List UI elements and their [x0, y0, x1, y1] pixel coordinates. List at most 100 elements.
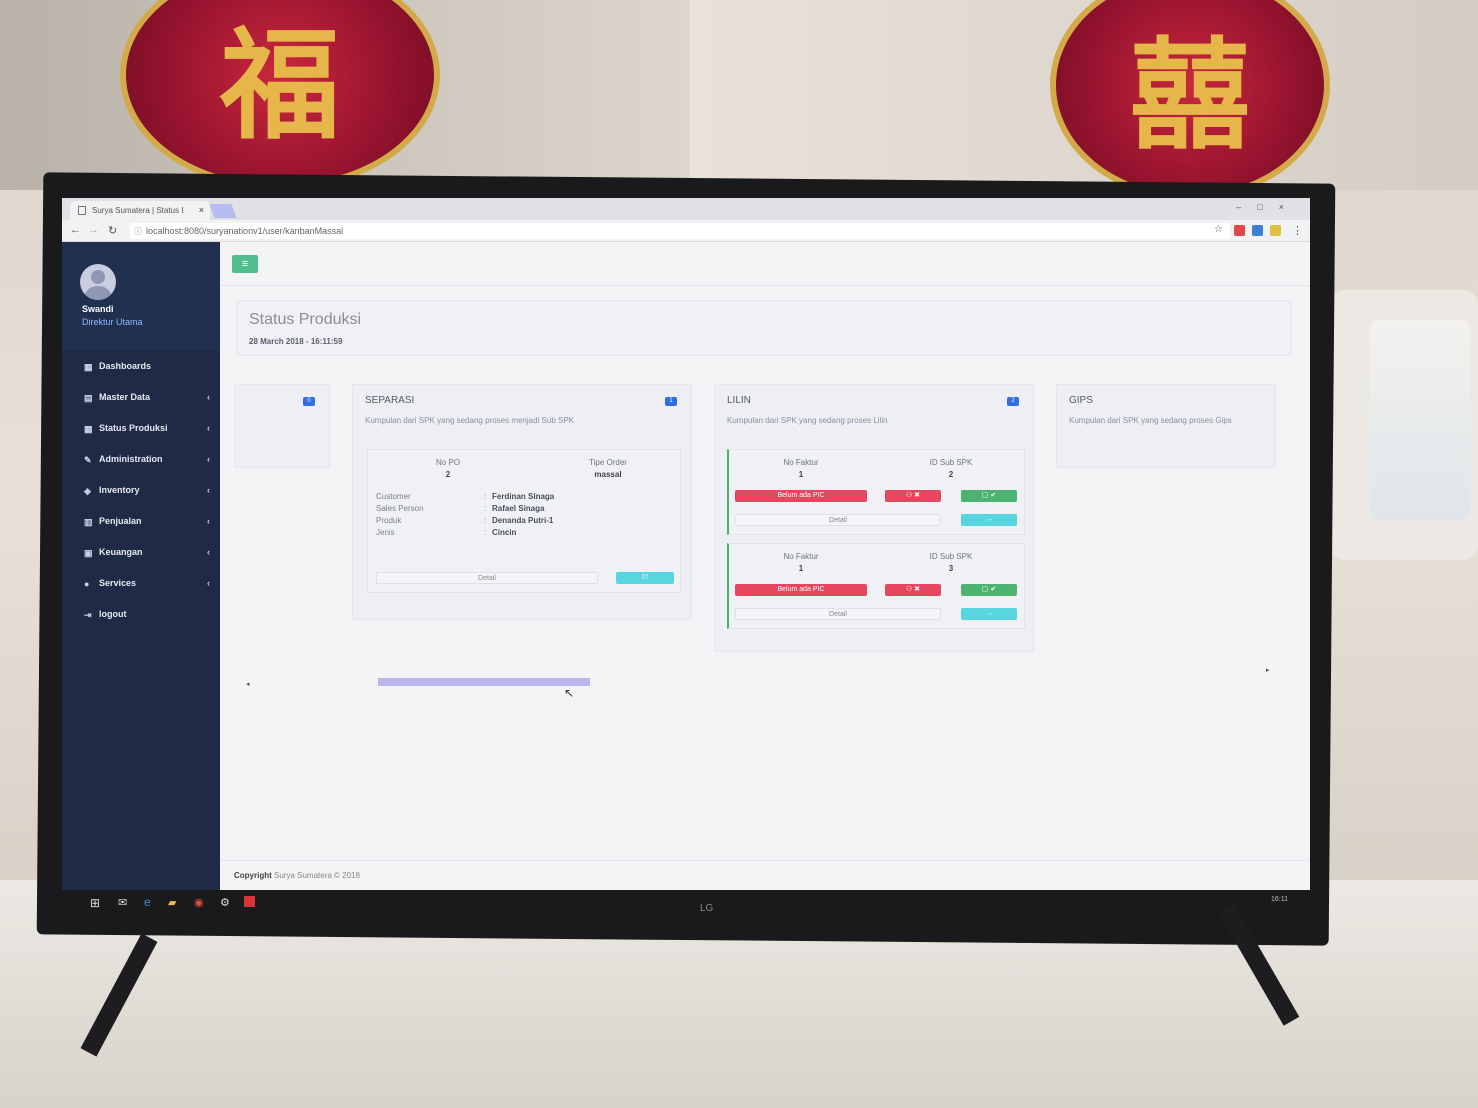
sidebar-item-logout[interactable]: ⇥ logout — [62, 598, 220, 629]
schedule-confirm-button[interactable]: ▢ ✔ — [961, 490, 1017, 502]
top-navbar: ≡ — [220, 242, 1310, 286]
next-stage-button[interactable]: → — [961, 514, 1017, 526]
menu-toggle-button[interactable]: ≡ — [232, 255, 258, 273]
no-faktur-value: 1 — [798, 470, 804, 479]
forward-arrow-icon[interactable]: → — [88, 224, 99, 236]
sidebar-item-master-data[interactable]: ▤ Master Data ‹ — [62, 381, 220, 412]
chevron-left-icon: ‹ — [207, 392, 210, 402]
page-title: Status Produksi — [249, 311, 362, 328]
page-timestamp: 28 March 2018 - 16:11:59 — [249, 337, 343, 346]
assign-cancel-button[interactable]: ⚇ ✖ — [885, 490, 941, 502]
separator: : — [484, 504, 487, 513]
sub-spk-card: No Faktur 1 ID Sub SPK 2 Belum ada PIC ⚇… — [727, 449, 1025, 535]
window-controls[interactable]: –□× — [1236, 202, 1300, 212]
column-title: GIPS — [1069, 395, 1093, 406]
url-field[interactable]: ⓘ localhost:8080/suryanationv1/user/kanb… — [130, 223, 1230, 239]
extension-icon-blue[interactable] — [1252, 225, 1263, 236]
app-icon-red[interactable] — [244, 896, 255, 907]
app-sidebar: Swandi Direktur Utama ▦ Dashboards ▤ Maste… — [62, 242, 220, 890]
bar-chart-icon: ▥ — [84, 517, 93, 527]
chevron-left-icon: ‹ — [207, 516, 210, 526]
windows-start-icon[interactable]: ⊞ — [90, 896, 100, 910]
folder-icon[interactable]: ▰ — [168, 896, 176, 909]
sidebar-item-label: Services — [99, 578, 137, 588]
users-x-icon: ⚇ ✖ — [905, 586, 921, 593]
reload-icon[interactable]: ↻ — [108, 224, 117, 237]
schedule-confirm-button[interactable]: ▢ ✔ — [961, 584, 1017, 596]
customer-value: Ferdinan Sinaga — [492, 492, 555, 501]
separator: : — [484, 516, 487, 525]
extension-icon-abp[interactable] — [1234, 225, 1245, 236]
page-header: Status Produksi 28 March 2018 - 16:11:59 — [236, 300, 1292, 356]
sidebar-item-keuangan[interactable]: ▣ Keuangan ‹ — [62, 536, 220, 567]
detail-button[interactable]: Detail — [376, 572, 598, 584]
separator: : — [484, 528, 487, 537]
sidebar-item-penjualan[interactable]: ▥ Penjualan ‹ — [62, 505, 220, 536]
side-poster-stand — [1330, 290, 1478, 560]
bookmark-star-icon[interactable]: ☆ — [1214, 224, 1223, 235]
tv-screen: Surya Sumatera | Status I × –□× ← → ↻ ⓘ … — [62, 198, 1310, 890]
user-profile: Swandi Direktur Utama — [62, 242, 220, 350]
scroll-left-arrow-icon[interactable]: ◂ — [246, 680, 250, 688]
extension-icon-yellow[interactable] — [1270, 225, 1281, 236]
new-tab-button[interactable] — [209, 204, 237, 218]
mail-icon[interactable]: ✉ — [118, 896, 127, 909]
column-description: Kumpulan dari SPK yang sedang proses Gip… — [1069, 416, 1232, 425]
taskbar-clock: 16:11 — [1271, 896, 1288, 903]
scroll-right-arrow-icon[interactable]: ▸ — [1266, 666, 1270, 674]
next-stage-button[interactable]: → — [961, 608, 1017, 620]
pic-status-button[interactable]: Belum ada PIC — [735, 584, 867, 596]
browser-tab[interactable]: Surya Sumatera | Status I × — [70, 201, 210, 220]
chevron-left-icon: ‹ — [207, 485, 210, 495]
tab-close-icon[interactable]: × — [199, 205, 204, 215]
chevron-left-icon: ‹ — [207, 547, 210, 557]
detail-button[interactable]: Detail — [735, 608, 941, 620]
sales-value: Rafael Sinaga — [492, 504, 545, 513]
back-arrow-icon[interactable]: ← — [70, 224, 81, 236]
id-sub-spk-label: ID Sub SPK — [929, 552, 973, 561]
info-icon: ● — [84, 579, 90, 589]
mouse-cursor-icon: ↖ — [564, 686, 575, 700]
minimize-icon[interactable]: – — [1236, 202, 1257, 212]
sidebar-item-label: Administration — [99, 454, 163, 464]
horizontal-scrollbar-thumb[interactable] — [378, 678, 590, 686]
edge-icon[interactable]: e — [144, 895, 151, 909]
info-icon[interactable]: ⓘ — [134, 226, 142, 237]
money-icon: ▣ — [84, 548, 93, 558]
sidebar-item-dashboards[interactable]: ▦ Dashboards — [62, 350, 220, 381]
column-count-badge: 2 — [1007, 397, 1019, 406]
calendar-check-icon: ▢ ✔ — [981, 586, 997, 593]
users-x-icon: ⚇ ✖ — [905, 492, 921, 499]
sitemap-icon: ⛫ — [641, 574, 649, 581]
sidebar-menu: ▦ Dashboards ▤ Master Data ‹ ▦ Status Produk… — [62, 350, 220, 629]
browser-menu-icon[interactable]: ⋮ — [1292, 224, 1303, 237]
arrow-right-icon: → — [985, 610, 993, 617]
settings-gear-icon[interactable]: ⚙ — [220, 896, 230, 909]
chrome-icon[interactable]: ◉ — [194, 896, 204, 909]
sidebar-item-administration[interactable]: ✎ Administration ‹ — [62, 443, 220, 474]
close-window-icon[interactable]: × — [1279, 202, 1300, 212]
assign-cancel-button[interactable]: ⚇ ✖ — [885, 584, 941, 596]
chevron-left-icon: ‹ — [207, 578, 210, 588]
produk-label: Produk — [376, 516, 402, 525]
maximize-icon[interactable]: □ — [1257, 202, 1278, 212]
column-count-badge: 0 — [303, 397, 315, 406]
arrow-right-icon: → — [985, 516, 993, 523]
pic-status-button[interactable]: Belum ada PIC — [735, 490, 867, 502]
column-title: LILIN — [727, 395, 751, 406]
no-po-label: No PO — [435, 458, 460, 467]
avatar[interactable] — [80, 264, 116, 300]
sidebar-item-status-produksi[interactable]: ▦ Status Produksi ‹ — [62, 412, 220, 443]
produk-value: Denanda Putri-1 — [492, 516, 554, 525]
browser-tabbar: Surya Sumatera | Status I × –□× — [62, 198, 1310, 220]
kanban-column-gips: GIPS Kumpulan dari SPK yang sedang prose… — [1056, 384, 1276, 468]
detail-button[interactable]: Detail — [735, 514, 941, 526]
poster-image — [1370, 320, 1470, 520]
split-button[interactable]: ⛫ — [616, 572, 674, 584]
windows-taskbar: ⊞ ✉ e ▰ ◉ ⚙ 16:11 — [80, 892, 1300, 916]
sidebar-item-inventory[interactable]: ◈ Inventory ‹ — [62, 474, 220, 505]
sidebar-item-label: Inventory — [99, 485, 140, 495]
sidebar-item-services[interactable]: ● Services ‹ — [62, 567, 220, 598]
copyright-label: Copyright — [234, 871, 272, 880]
url-text: localhost:8080/suryanationv1/user/kanban… — [146, 226, 344, 236]
